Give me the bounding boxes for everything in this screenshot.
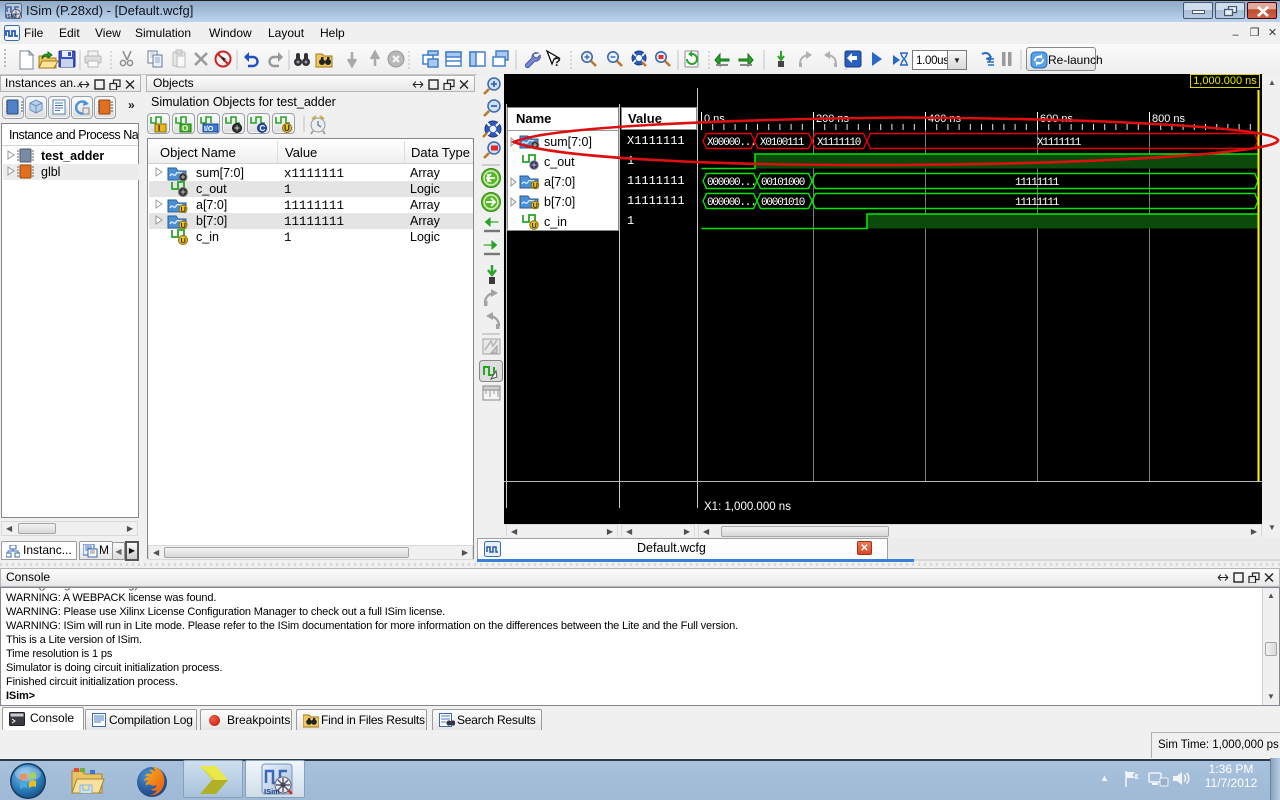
svg-text:c_out: c_out — [196, 182, 227, 196]
svg-text:c_in: c_in — [196, 230, 219, 244]
svg-text:ISIM: ISIM — [6, 14, 16, 20]
svg-text:X1111111: X1111111 — [1037, 137, 1082, 149]
svg-text:1: 1 — [284, 231, 292, 245]
svg-text:b[7:0]: b[7:0] — [544, 195, 575, 209]
svg-text:sum[7:0]: sum[7:0] — [544, 135, 592, 149]
svg-text:Array: Array — [410, 214, 441, 228]
svg-text:a[7:0]: a[7:0] — [196, 198, 227, 212]
svg-text:11111111: 11111111 — [284, 199, 344, 213]
svg-text:1: 1 — [284, 183, 292, 197]
svg-text:I: I — [158, 124, 160, 133]
svg-text:U: U — [532, 223, 537, 230]
svg-text:x1111111: x1111111 — [284, 167, 344, 181]
svg-text:glbl: glbl — [41, 165, 60, 179]
svg-text:sum[7:0]: sum[7:0] — [196, 166, 244, 180]
svg-text:I/O: I/O — [204, 126, 214, 133]
svg-text:000000...: 000000... — [707, 197, 756, 209]
svg-text:c_in: c_in — [544, 215, 567, 229]
svg-text:?: ? — [553, 54, 561, 69]
svg-text:U: U — [533, 203, 538, 210]
svg-text:200 ns: 200 ns — [816, 113, 850, 125]
svg-text:000000...: 000000... — [707, 177, 756, 189]
svg-text:Logic: Logic — [410, 182, 440, 196]
svg-text:0 ns: 0 ns — [704, 113, 725, 125]
svg-text:11111111: 11111111 — [1015, 197, 1060, 209]
svg-text:Logic: Logic — [410, 230, 440, 244]
svg-text:a[7:0]: a[7:0] — [544, 175, 575, 189]
svg-text:X1: 1,000.000 ns: X1: 1,000.000 ns — [704, 501, 791, 513]
svg-text:11111111: 11111111 — [284, 215, 344, 229]
svg-text:ISim: ISim — [264, 787, 280, 796]
svg-text:X0100111: X0100111 — [760, 137, 805, 149]
svg-text:400 ns: 400 ns — [928, 113, 962, 125]
svg-text:b[7:0]: b[7:0] — [196, 214, 227, 228]
svg-text:O: O — [182, 124, 188, 133]
svg-text:X1111110: X1111110 — [817, 137, 861, 149]
svg-text:Array: Array — [410, 166, 441, 180]
svg-text:U: U — [181, 221, 186, 229]
svg-text:00001010: 00001010 — [761, 197, 805, 209]
svg-text:test_adder: test_adder — [41, 149, 104, 163]
svg-text:X00000...: X00000... — [707, 137, 756, 149]
svg-text:11111111: 11111111 — [1015, 177, 1060, 189]
svg-text:600 ns: 600 ns — [1040, 113, 1074, 125]
svg-text:800 ns: 800 ns — [1152, 113, 1186, 125]
svg-text:C: C — [260, 124, 266, 133]
svg-text:U: U — [181, 205, 186, 213]
svg-text:U: U — [181, 236, 186, 245]
svg-text:00101000: 00101000 — [761, 177, 805, 189]
svg-text:U: U — [533, 183, 538, 190]
svg-text:Array: Array — [410, 198, 441, 212]
svg-text:c_out: c_out — [544, 155, 575, 169]
svg-text:U: U — [284, 124, 290, 133]
